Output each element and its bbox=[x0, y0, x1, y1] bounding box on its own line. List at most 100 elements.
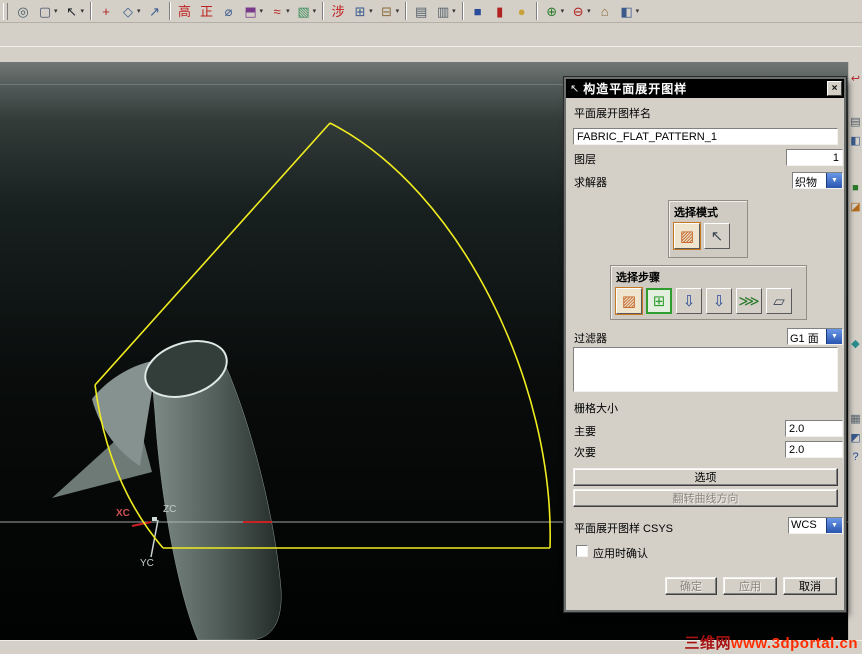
help-button[interactable]: ? bbox=[849, 449, 862, 466]
view-style-button[interactable]: ◧ ▾ bbox=[617, 1, 642, 22]
solver-dropdown-arrow-icon[interactable]: ▼ bbox=[826, 173, 842, 188]
cube-display-button[interactable]: ◩ bbox=[849, 430, 862, 447]
dropdown-arrow-icon[interactable]: ▾ bbox=[452, 7, 456, 15]
offset-grid-button[interactable]: ⊟ ▾ bbox=[377, 1, 402, 22]
toolbar-grip[interactable] bbox=[3, 2, 8, 20]
csys-dropdown-arrow-icon[interactable]: ▼ bbox=[826, 518, 842, 533]
point-constructor-button[interactable]: + bbox=[96, 1, 116, 22]
height-analysis-icon: 高 bbox=[178, 3, 192, 19]
measure-diameter-icon: ⌀ bbox=[224, 3, 233, 19]
step-insert-point-button[interactable]: ⇩ bbox=[676, 288, 702, 314]
confirm-on-apply-checkbox[interactable] bbox=[576, 545, 588, 557]
step-select-fabric-button[interactable]: ▨ bbox=[616, 288, 642, 314]
undo-view-button[interactable]: ↩ bbox=[849, 71, 862, 88]
height-analysis-button[interactable]: 高 bbox=[175, 1, 195, 22]
selection-list[interactable] bbox=[573, 347, 838, 392]
apply-button[interactable]: 应用 bbox=[723, 577, 777, 595]
measure-diameter-button[interactable]: ⌀ bbox=[219, 1, 239, 22]
selection-rectangle-button[interactable]: ▢ ▾ bbox=[35, 1, 60, 22]
step-select-grid-button[interactable]: ⊞ bbox=[646, 288, 672, 314]
split-pane-icon: ◧ bbox=[850, 135, 861, 147]
application-window: ▨▾⬒◑▣▮▾▲▾●▤✎◎⊚⊟▾⊞▾⊕⊖⊗◠▾◣▢≡✂≈▦▾▩◫■■◨ ◎▢▾↖… bbox=[0, 0, 862, 654]
cancel-button[interactable]: 取消 bbox=[783, 577, 837, 595]
list-pane-button[interactable]: ▤ bbox=[849, 114, 862, 131]
dialog-title: 构造平面展开图样 bbox=[583, 82, 688, 96]
green-part-button[interactable]: ■ bbox=[849, 180, 862, 197]
selection-step-buttons: ▨ ⊞ ⇩ ⇩ ⋙ ▱ bbox=[611, 285, 806, 314]
orange-part-button[interactable]: ◪ bbox=[849, 199, 862, 216]
minor-input[interactable] bbox=[785, 441, 843, 458]
curve-display-button[interactable]: ≈ ▾ bbox=[267, 1, 292, 22]
filter-label: 过滤器 bbox=[574, 333, 607, 345]
layer-settings-button[interactable]: ▥ ▾ bbox=[433, 1, 458, 22]
dropdown-arrow-icon[interactable]: ▾ bbox=[137, 7, 141, 15]
flip-curve-direction-button[interactable]: 翻转曲线方向 bbox=[573, 489, 838, 507]
surface-display-button[interactable]: ▧ ▾ bbox=[294, 1, 319, 22]
solver-combo[interactable]: 织物 ▼ bbox=[792, 172, 843, 189]
select-cursor-button[interactable]: ↖ ▾ bbox=[62, 1, 87, 22]
dropdown-arrow-icon[interactable]: ▾ bbox=[396, 7, 400, 15]
cursor-select-mode-button[interactable]: ↖ bbox=[704, 223, 730, 249]
surface-display-icon: ▧ bbox=[297, 3, 310, 19]
red-cylinder-button[interactable]: ▮ bbox=[490, 1, 510, 22]
split-pane-button[interactable]: ◧ bbox=[849, 133, 862, 150]
step-select-fabric-icon: ▨ bbox=[621, 292, 637, 310]
xc-axis-arrow[interactable] bbox=[131, 521, 152, 527]
layer-label: 图层 bbox=[574, 154, 596, 166]
dropdown-arrow-icon[interactable]: ▾ bbox=[260, 7, 264, 15]
step-target-body-button[interactable]: ▱ bbox=[766, 288, 792, 314]
selection-mode-label: 选择模式 bbox=[674, 207, 718, 219]
dropdown-arrow-icon[interactable]: ▾ bbox=[369, 7, 373, 15]
pattern-name-input[interactable] bbox=[573, 128, 838, 145]
boolean-cut-button[interactable]: ⊖ ▾ bbox=[568, 1, 593, 22]
step-insert-point-2-icon: ⇩ bbox=[712, 292, 726, 310]
snap-point-button[interactable]: ◎ bbox=[13, 1, 33, 22]
major-label: 主要 bbox=[574, 426, 596, 438]
grid-display-button[interactable]: ▦ bbox=[849, 411, 862, 428]
filter-combo[interactable]: G1 面 ▼ bbox=[787, 328, 843, 345]
solid-display-button[interactable]: ⬒ ▾ bbox=[241, 1, 266, 22]
boolean-add-button[interactable]: ⊕ ▾ bbox=[542, 1, 567, 22]
step-select-grid-icon: ⊞ bbox=[652, 292, 666, 310]
dropdown-arrow-icon[interactable]: ▾ bbox=[561, 7, 565, 15]
dialog-titlebar[interactable]: ↖ 构造平面展开图样 × bbox=[566, 79, 844, 98]
csys-combo[interactable]: WCS ▼ bbox=[788, 517, 843, 534]
vector-constructor-button[interactable]: ↗ bbox=[145, 1, 165, 22]
layer-input[interactable] bbox=[786, 149, 843, 166]
fabric-select-mode-button[interactable]: ▨ bbox=[674, 223, 700, 249]
distortion-check-button[interactable]: 正 bbox=[197, 1, 217, 22]
xc-axis-label: XC bbox=[116, 508, 130, 519]
solver-label: 求解器 bbox=[574, 177, 607, 189]
options-button[interactable]: 选项 bbox=[573, 468, 838, 486]
dropdown-arrow-icon[interactable]: ▾ bbox=[587, 7, 591, 15]
filter-dropdown-arrow-icon[interactable]: ▼ bbox=[826, 329, 842, 344]
dropdown-arrow-icon[interactable]: ▾ bbox=[313, 7, 317, 15]
dropdown-arrow-icon[interactable]: ▾ bbox=[636, 7, 640, 15]
step-insert-point-2-button[interactable]: ⇩ bbox=[706, 288, 732, 314]
major-input[interactable] bbox=[785, 420, 843, 437]
dropdown-arrow-icon[interactable]: ▾ bbox=[286, 7, 290, 15]
wcs-origin-button[interactable]: ⌂ bbox=[595, 1, 615, 22]
gold-sphere-button[interactable]: ● bbox=[512, 1, 532, 22]
offset-grid-icon: ⊟ bbox=[381, 3, 393, 19]
dropdown-arrow-icon[interactable]: ▾ bbox=[81, 7, 85, 15]
info-window-button[interactable]: ▤ bbox=[411, 1, 431, 22]
wcs-origin-marker[interactable] bbox=[152, 517, 157, 521]
grid-display-icon: ▦ bbox=[850, 413, 861, 425]
blue-solid-button[interactable]: ■ bbox=[468, 1, 488, 22]
teal-tool-button[interactable]: ◆ bbox=[849, 336, 862, 353]
orange-part-icon: ◪ bbox=[850, 201, 861, 213]
dropdown-arrow-icon[interactable]: ▾ bbox=[54, 7, 58, 15]
close-icon[interactable]: × bbox=[827, 81, 842, 96]
watermark: 三维网www.3dportal.cn bbox=[685, 632, 858, 653]
boolean-add-icon: ⊕ bbox=[546, 3, 558, 19]
flatten-step-button[interactable]: 涉 bbox=[328, 1, 348, 22]
vector-constructor-icon: ↗ bbox=[149, 3, 160, 19]
ok-button[interactable]: 确定 bbox=[665, 577, 717, 595]
pattern-grid-button[interactable]: ⊞ ▾ bbox=[350, 1, 375, 22]
point-constructor-icon: + bbox=[102, 3, 110, 19]
selection-mode-group: 选择模式 ▨ ↖ bbox=[668, 200, 748, 258]
step-comb-curves-button[interactable]: ⋙ bbox=[736, 288, 762, 314]
plane-constructor-button[interactable]: ◇ ▾ bbox=[118, 1, 143, 22]
toolbar-separator bbox=[168, 2, 171, 20]
